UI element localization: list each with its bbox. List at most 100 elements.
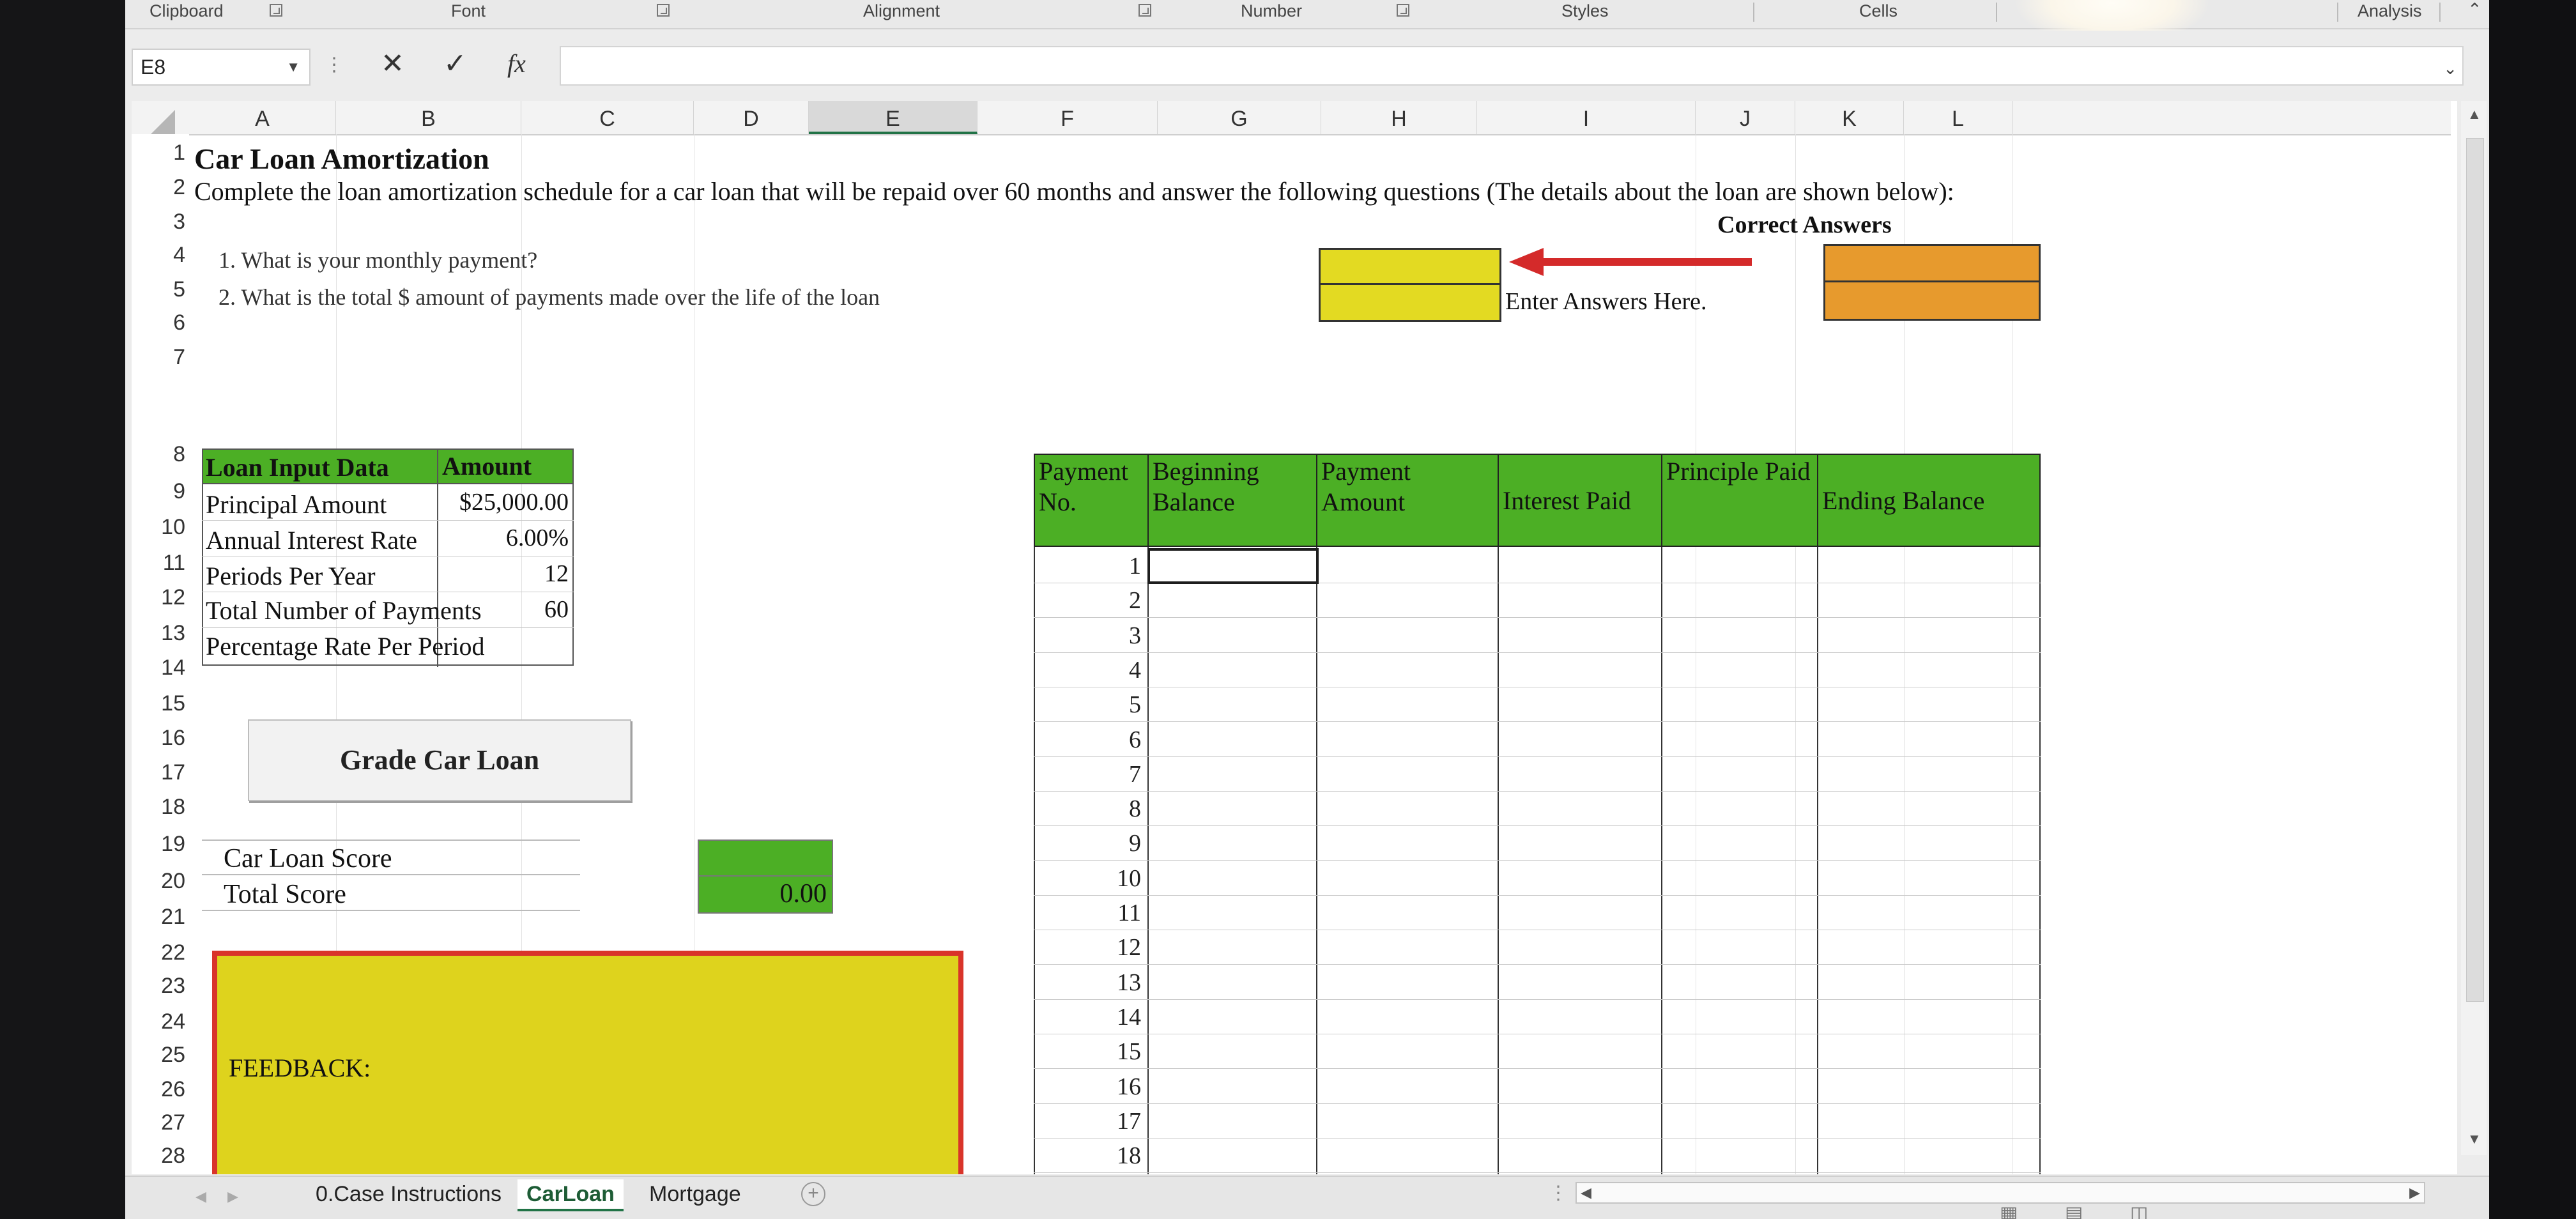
row-header[interactable]: 26: [132, 1077, 189, 1102]
column-header-d[interactable]: D: [694, 101, 809, 134]
tab-case-instructions[interactable]: 0.Case Instructions: [307, 1179, 510, 1209]
tab-mortgage[interactable]: Mortgage: [640, 1179, 750, 1209]
row-header[interactable]: 17: [132, 760, 189, 785]
row-header[interactable]: 28: [132, 1144, 189, 1169]
chevron-down-icon[interactable]: ▼: [286, 50, 300, 84]
row-header[interactable]: 27: [132, 1110, 189, 1135]
insert-function-icon[interactable]: fx: [507, 49, 526, 79]
row-header[interactable]: 16: [132, 726, 189, 751]
header-beginning-balance[interactable]: Beginning Balance: [1147, 454, 1317, 547]
payment-number-cell[interactable]: 13: [1036, 969, 1141, 997]
column-header-l[interactable]: L: [1904, 101, 2012, 134]
name-box[interactable]: E8 ▼: [132, 49, 310, 86]
header-payment-amount[interactable]: Payment Amount: [1316, 454, 1499, 547]
scroll-down-icon[interactable]: ▼: [2467, 1131, 2481, 1147]
input-label-rate-per-period[interactable]: Percentage Rate Per Period: [206, 631, 485, 661]
row-header[interactable]: 15: [132, 691, 189, 716]
column-header-a[interactable]: A: [189, 101, 336, 134]
row-header[interactable]: 21: [132, 905, 189, 930]
ribbon-group-analysis[interactable]: Analysis: [2358, 1, 2422, 21]
input-label-payments[interactable]: Total Number of Payments: [206, 595, 482, 625]
payment-number-cell[interactable]: 11: [1036, 899, 1141, 927]
ribbon-group-cells[interactable]: Cells: [1859, 1, 1897, 21]
column-header-g[interactable]: G: [1158, 101, 1321, 134]
select-all-corner-icon[interactable]: [151, 110, 175, 134]
header-payment-no[interactable]: Payment No.: [1034, 454, 1149, 547]
payment-number-cell[interactable]: 14: [1036, 1003, 1141, 1031]
row-header[interactable]: 13: [132, 621, 189, 646]
row-header[interactable]: 3: [132, 210, 189, 234]
tab-scroll-left-icon[interactable]: ◀: [195, 1188, 206, 1205]
row-header[interactable]: 20: [132, 869, 189, 894]
grade-car-loan-button[interactable]: Grade Car Loan: [248, 719, 631, 801]
scroll-left-icon[interactable]: ◀: [1581, 1184, 1591, 1201]
column-header-h[interactable]: H: [1321, 101, 1477, 134]
vertical-scrollbar[interactable]: ▲ ▼: [2461, 101, 2487, 1155]
sheet-title[interactable]: Car Loan Amortization: [194, 142, 489, 176]
row-header[interactable]: 14: [132, 656, 189, 680]
scroll-right-icon[interactable]: ▶: [2409, 1184, 2420, 1201]
alignment-launcher-icon[interactable]: [1138, 4, 1151, 17]
payment-number-cell[interactable]: 5: [1036, 691, 1141, 719]
row-header[interactable]: 23: [132, 974, 189, 999]
row-header[interactable]: 2: [132, 175, 189, 200]
tab-carloan[interactable]: CarLoan: [518, 1179, 624, 1211]
row-header[interactable]: 22: [132, 940, 189, 965]
expand-formula-bar-icon[interactable]: ⌄: [2443, 59, 2457, 79]
column-header-f[interactable]: F: [977, 101, 1158, 134]
ribbon-group-clipboard[interactable]: Clipboard: [150, 1, 224, 21]
ribbon-group-alignment[interactable]: Alignment: [863, 1, 940, 21]
number-launcher-icon[interactable]: [1397, 4, 1409, 17]
payment-number-cell[interactable]: 7: [1036, 760, 1141, 788]
input-label-principal[interactable]: Principal Amount: [206, 489, 387, 519]
column-header-j[interactable]: J: [1696, 101, 1795, 134]
worksheet-grid[interactable]: A B C D E F G H I J K L 1 2 3 4 5 6 7 8 9 10 11 12 1…: [132, 101, 2457, 1174]
header-principle-paid[interactable]: Principle Paid: [1661, 454, 1818, 547]
row-header[interactable]: 9: [132, 479, 189, 504]
input-value-principal[interactable]: $25,000.00: [441, 488, 569, 516]
car-loan-score-value[interactable]: [698, 839, 833, 877]
input-label-periods[interactable]: Periods Per Year: [206, 561, 376, 591]
row-header[interactable]: 11: [132, 551, 189, 576]
column-header-i[interactable]: I: [1477, 101, 1696, 134]
car-loan-score-label[interactable]: Car Loan Score: [224, 843, 392, 874]
header-interest-paid[interactable]: Interest Paid: [1498, 454, 1662, 547]
payment-number-cell[interactable]: 1: [1036, 552, 1141, 580]
scroll-up-icon[interactable]: ▲: [2467, 106, 2481, 123]
page-break-preview-icon[interactable]: ◫: [2130, 1202, 2148, 1219]
instructions-text[interactable]: Complete the loan amortization schedule …: [194, 176, 1954, 206]
answer-1-input[interactable]: [1319, 248, 1501, 285]
font-launcher-icon[interactable]: [657, 4, 670, 17]
row-header[interactable]: 12: [132, 585, 189, 610]
formula-input[interactable]: ⌄: [560, 46, 2464, 86]
row-header[interactable]: 25: [132, 1043, 189, 1068]
payment-number-cell[interactable]: 17: [1036, 1107, 1141, 1135]
page-layout-view-icon[interactable]: ▤: [2065, 1202, 2083, 1219]
payment-number-cell[interactable]: 10: [1036, 864, 1141, 893]
payment-number-cell[interactable]: 4: [1036, 656, 1141, 684]
payment-number-cell[interactable]: 12: [1036, 933, 1141, 962]
payment-number-cell[interactable]: 3: [1036, 622, 1141, 650]
question-1[interactable]: 1. What is your monthly payment?: [218, 247, 537, 273]
column-header-c[interactable]: C: [521, 101, 694, 134]
horizontal-scrollbar[interactable]: ◀ ▶: [1575, 1182, 2425, 1204]
row-header[interactable]: 8: [132, 442, 189, 467]
input-value-payments[interactable]: 60: [441, 595, 569, 624]
payment-number-cell[interactable]: 9: [1036, 829, 1141, 857]
ribbon-group-number[interactable]: Number: [1241, 1, 1302, 21]
payment-number-cell[interactable]: 18: [1036, 1142, 1141, 1170]
add-sheet-icon[interactable]: +: [801, 1182, 825, 1206]
selected-cell-e8[interactable]: [1147, 548, 1319, 584]
tab-splitter-icon[interactable]: ⋮: [1549, 1182, 1568, 1204]
loan-input-header-label[interactable]: Loan Input Data: [206, 452, 389, 482]
cancel-icon[interactable]: ✕: [381, 47, 404, 80]
column-header-k[interactable]: K: [1795, 101, 1904, 134]
loan-input-header-amount[interactable]: Amount: [442, 451, 532, 481]
total-score-label[interactable]: Total Score: [224, 879, 346, 910]
header-ending-balance[interactable]: Ending Balance: [1817, 454, 2041, 547]
normal-view-icon[interactable]: ▦: [2000, 1202, 2018, 1219]
column-header-e[interactable]: E: [809, 101, 977, 134]
input-value-rate[interactable]: 6.00%: [441, 524, 569, 552]
payment-number-cell[interactable]: 15: [1036, 1038, 1141, 1066]
payment-number-cell[interactable]: 6: [1036, 726, 1141, 754]
